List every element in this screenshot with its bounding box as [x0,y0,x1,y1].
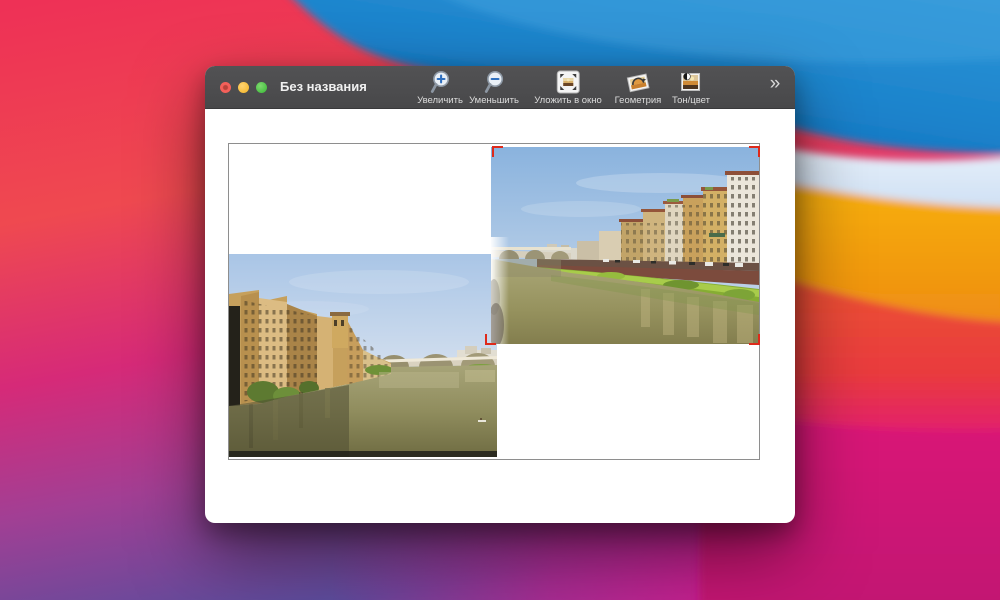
toolbar-item-label: Тон/цвет [672,95,710,106]
toolbar-item-label: Уложить в окно [534,95,601,106]
app-window: Без названия Увеличить Уменьшит [205,66,795,523]
selection-corner-bottom-right[interactable] [749,334,760,345]
toolbar-item-fit-to-window[interactable]: Уложить в окно [534,69,601,106]
window-title: Без названия [280,79,367,94]
toolbar-item-label: Уменьшить [469,95,519,106]
minimize-button[interactable] [238,82,249,93]
photo-left-river-view[interactable] [229,254,497,457]
toolbar-item-tone-color[interactable]: Тон/цвет [672,69,710,106]
toolbar-item-zoom-out[interactable]: Уменьшить [469,69,519,106]
selection-corner-top-right[interactable] [749,146,760,157]
window-titlebar[interactable]: Без названия Увеличить Уменьшит [205,66,795,109]
selection-corner-top-left[interactable] [492,146,503,157]
toolbar-overflow-chevron[interactable]: » [770,74,781,93]
close-button[interactable] [220,82,231,93]
toolbar-item-geometry[interactable]: Геометрия [615,69,662,106]
toolbar-item-label: Геометрия [615,95,662,106]
toolbar-item-label: Увеличить [417,95,463,106]
tone-color-icon [680,69,703,94]
zoom-window-button[interactable] [256,82,267,93]
fit-to-window-icon [556,69,580,94]
document-canvas[interactable] [228,143,760,460]
selection-corner-bottom-left[interactable] [485,334,496,345]
zoom-out-icon [483,69,504,94]
toolbar-item-zoom-in[interactable]: Увеличить [417,69,463,106]
zoom-in-icon [429,69,450,94]
geometry-icon [624,69,651,94]
photo-right-river-view[interactable] [491,147,759,344]
